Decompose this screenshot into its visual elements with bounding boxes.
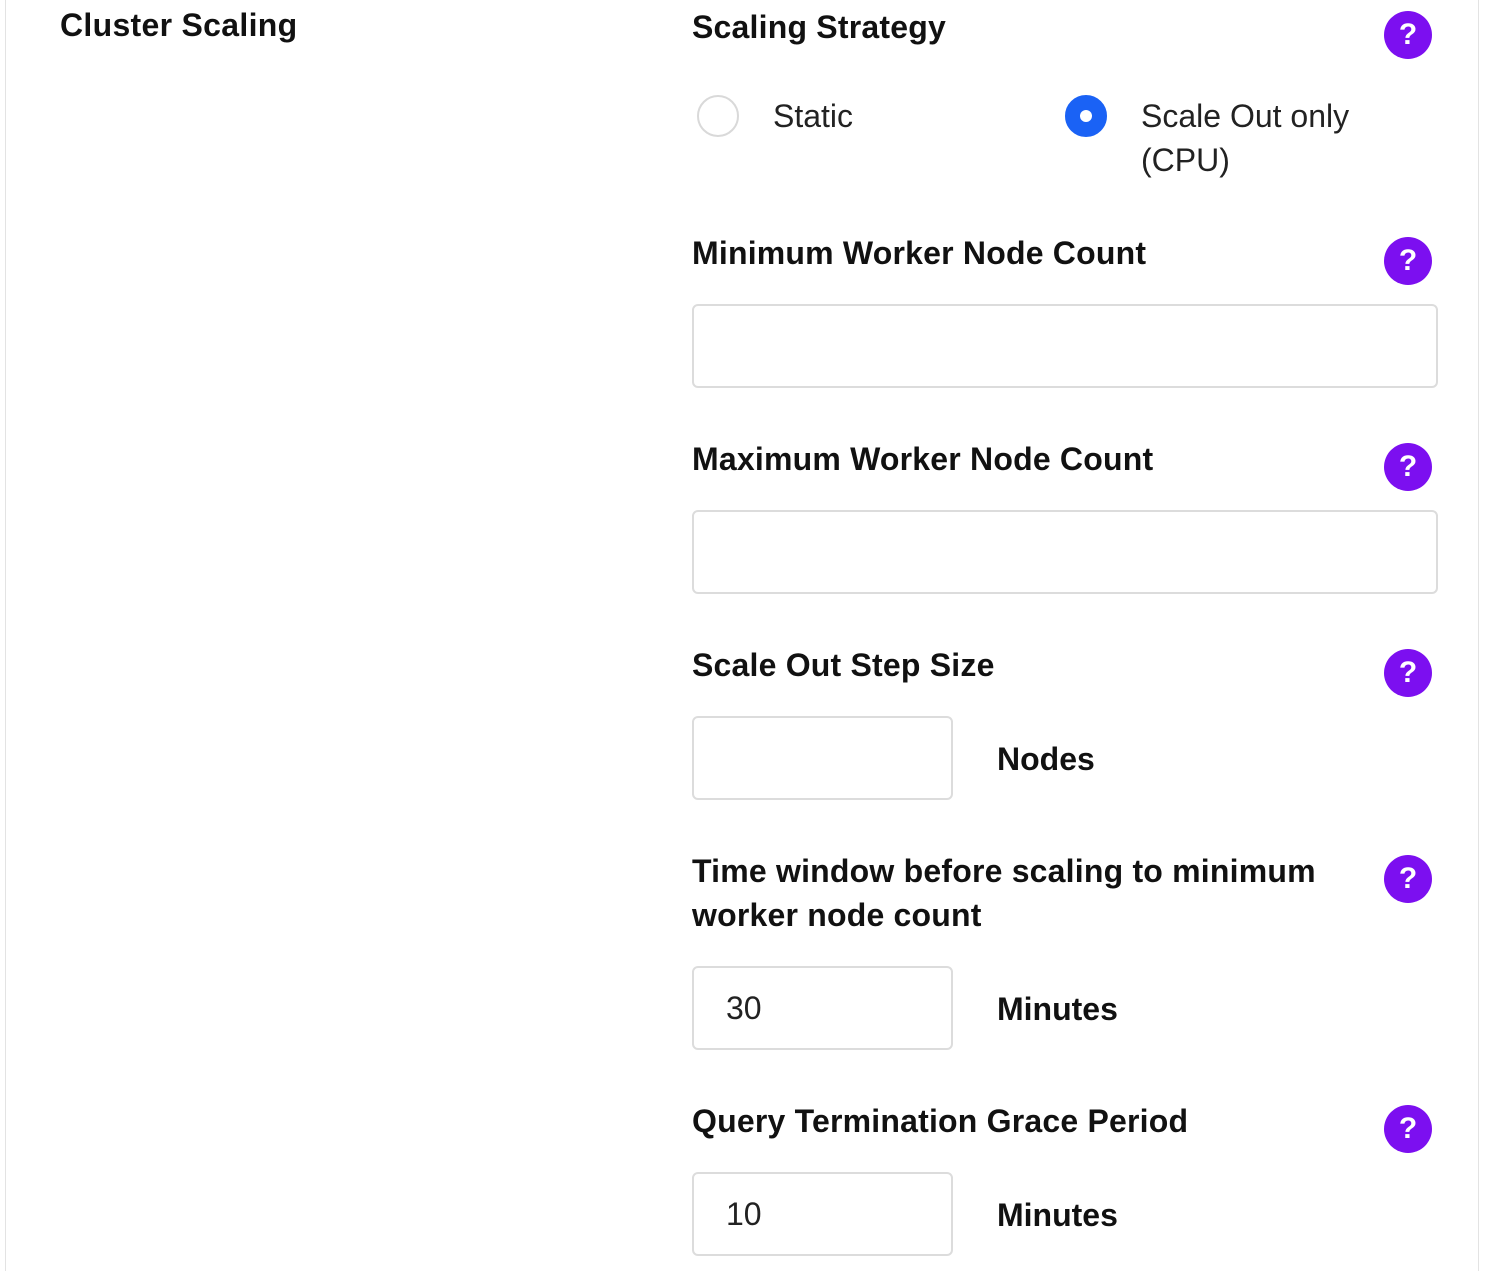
time-window-label-line2: worker node count — [692, 897, 982, 933]
cluster-scaling-panel: Cluster Scaling Scaling Strategy ? Stati… — [5, 0, 1479, 1271]
min-worker-node-count-label: Minimum Worker Node Count — [692, 235, 1147, 271]
min-worker-node-count-help-icon[interactable]: ? — [1384, 237, 1432, 285]
grace-period-input[interactable] — [692, 1172, 953, 1256]
radio-static[interactable] — [697, 95, 739, 137]
grace-period-label: Query Termination Grace Period — [692, 1103, 1189, 1139]
scaling-strategy-help-icon[interactable]: ? — [1384, 11, 1432, 59]
min-worker-node-count-input[interactable] — [692, 304, 1438, 388]
radio-scale-out-label-line2[interactable]: (CPU) — [1141, 138, 1230, 182]
max-worker-node-count-help-icon[interactable]: ? — [1384, 443, 1432, 491]
scaling-strategy-label: Scaling Strategy — [692, 9, 946, 45]
radio-static-label[interactable]: Static — [773, 94, 853, 138]
max-worker-node-count-input[interactable] — [692, 510, 1438, 594]
time-window-help-icon[interactable]: ? — [1384, 855, 1432, 903]
max-worker-node-count-label: Maximum Worker Node Count — [692, 441, 1154, 477]
time-window-label-line1: Time window before scaling to minimum — [692, 853, 1316, 889]
scale-out-step-size-help-icon[interactable]: ? — [1384, 649, 1432, 697]
scale-out-step-size-input[interactable] — [692, 716, 953, 800]
grace-period-help-icon[interactable]: ? — [1384, 1105, 1432, 1153]
grace-period-unit: Minutes — [997, 1197, 1118, 1233]
radio-scale-out-only-cpu[interactable] — [1065, 95, 1107, 137]
time-window-unit: Minutes — [997, 991, 1118, 1027]
radio-scale-out-label-line1[interactable]: Scale Out only — [1141, 94, 1349, 138]
scale-out-step-size-unit: Nodes — [997, 741, 1095, 777]
section-title: Cluster Scaling — [60, 7, 298, 43]
scale-out-step-size-label: Scale Out Step Size — [692, 647, 995, 683]
time-window-input[interactable] — [692, 966, 953, 1050]
